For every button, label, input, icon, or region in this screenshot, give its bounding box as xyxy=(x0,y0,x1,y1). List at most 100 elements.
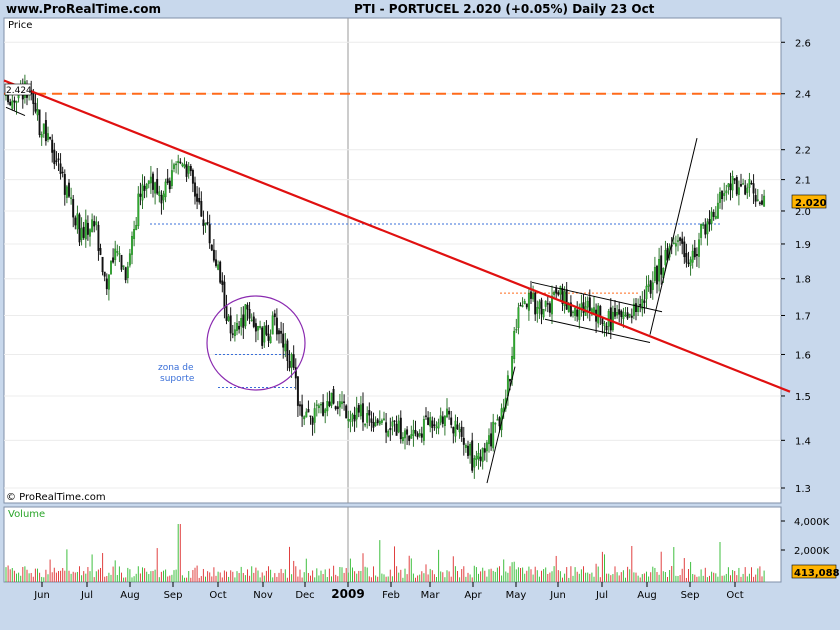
candle-body xyxy=(399,417,402,440)
candle-body xyxy=(173,164,175,169)
candle-body xyxy=(645,285,648,300)
candle-body xyxy=(219,261,222,283)
candle-body xyxy=(282,333,285,348)
candle-body xyxy=(301,404,304,417)
candle-body xyxy=(601,318,604,324)
candle-body xyxy=(160,195,163,204)
x-tick-label: Jun xyxy=(549,590,566,601)
candle-body xyxy=(691,250,694,263)
candle-body xyxy=(135,224,138,231)
candle-body xyxy=(635,303,637,313)
candle-body xyxy=(51,139,54,153)
candle-body xyxy=(366,413,369,423)
candle-body xyxy=(517,307,520,329)
candle-body xyxy=(47,133,49,140)
candle-body xyxy=(273,313,276,318)
candle-body xyxy=(187,165,190,174)
candle-body xyxy=(198,198,201,203)
candle-body xyxy=(328,401,331,406)
candle-body xyxy=(752,183,755,194)
candle-body xyxy=(756,199,759,201)
candle-body xyxy=(78,214,81,243)
candle-body xyxy=(681,238,684,244)
candle-body xyxy=(452,427,455,434)
x-tick-label: Aug xyxy=(120,590,140,601)
candle-body xyxy=(527,293,530,311)
x-tick-label: Oct xyxy=(209,590,226,601)
x-tick-label: Mar xyxy=(421,590,441,601)
candle-body xyxy=(532,293,535,300)
x-tick-label: Aug xyxy=(637,590,657,601)
candle-body xyxy=(572,311,574,314)
candle-body xyxy=(519,304,522,307)
candle-body xyxy=(252,316,255,327)
candle-body xyxy=(626,312,629,319)
y-tick-label: 2.6 xyxy=(795,38,811,49)
candle-body xyxy=(231,333,234,335)
candle-body xyxy=(536,307,539,314)
candle-body xyxy=(664,250,667,266)
candle-body xyxy=(82,226,85,238)
candle-body xyxy=(422,419,425,441)
candle-body xyxy=(509,378,511,382)
candle-body xyxy=(311,417,314,425)
candle-body xyxy=(61,171,64,174)
candle-body xyxy=(278,330,280,335)
annotation-line-1: zona de xyxy=(158,363,194,373)
candle-body xyxy=(204,222,207,226)
candle-body xyxy=(412,429,415,436)
candle-body xyxy=(233,329,236,337)
candle-body xyxy=(580,303,583,309)
candle-body xyxy=(471,440,474,471)
y-tick-label: 1.7 xyxy=(795,311,811,322)
x-tick-label: Oct xyxy=(726,590,743,601)
candle-body xyxy=(429,417,432,427)
x-tick-label: Nov xyxy=(253,590,273,601)
candle-body xyxy=(357,405,360,413)
candle-body xyxy=(212,249,215,261)
y-tick-label: 2.1 xyxy=(795,176,811,187)
candle-body xyxy=(714,215,717,219)
candle-body xyxy=(416,433,419,438)
candle-body xyxy=(731,176,734,191)
candle-body xyxy=(315,404,318,406)
candle-body xyxy=(679,237,682,241)
candle-body xyxy=(103,271,106,277)
candle-body xyxy=(525,303,528,308)
candle-body xyxy=(401,437,404,442)
candle-body xyxy=(341,401,343,405)
candle-body xyxy=(763,195,766,207)
x-tick-label: Dec xyxy=(295,590,314,601)
candle-body xyxy=(156,178,159,194)
candle-body xyxy=(307,408,310,413)
candle-body xyxy=(143,185,146,191)
candle-body xyxy=(286,340,289,362)
candle-body xyxy=(712,212,715,217)
candle-body xyxy=(271,315,274,335)
candle-body xyxy=(68,182,70,197)
volume-panel xyxy=(3,506,782,583)
candle-body xyxy=(275,317,278,335)
candle-body xyxy=(639,304,642,306)
candle-body xyxy=(609,307,612,331)
candle-body xyxy=(131,236,133,255)
candle-body xyxy=(758,202,761,204)
candle-body xyxy=(110,260,112,275)
candle-body xyxy=(630,315,633,318)
candle-body xyxy=(603,323,606,327)
candle-body xyxy=(242,314,245,328)
candle-body xyxy=(483,448,486,453)
candle-body xyxy=(118,253,121,255)
candle-body xyxy=(336,406,339,410)
candle-body xyxy=(723,193,726,196)
candle-body xyxy=(620,310,623,318)
candle-body xyxy=(97,224,100,251)
candle-body xyxy=(80,228,83,240)
candle-body xyxy=(433,424,436,427)
candle-body xyxy=(754,195,757,202)
candle-body xyxy=(44,120,47,142)
candle-body xyxy=(473,458,476,468)
candle-body xyxy=(649,280,652,294)
candle-body xyxy=(34,102,37,112)
candle-body xyxy=(481,448,484,462)
